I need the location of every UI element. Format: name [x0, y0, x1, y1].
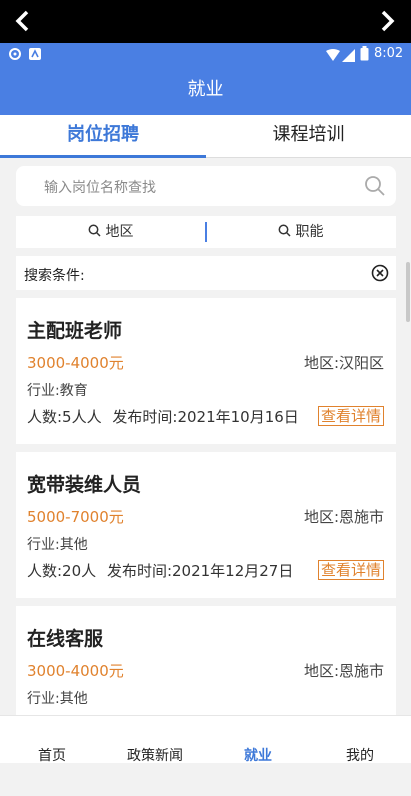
job-posted-date: 发布时间:2021年12月27日	[106, 562, 294, 580]
job-title: 宽带装维人员	[27, 474, 142, 496]
signal-icon	[342, 47, 355, 66]
job-headcount: 人数:5人人	[27, 408, 102, 426]
job-salary: 3000-4000元	[27, 662, 124, 680]
function-filter-label: 职能	[295, 224, 324, 240]
search-icon	[278, 224, 291, 237]
sync-icon	[8, 46, 22, 65]
view-details-button[interactable]: 查看详情	[317, 406, 384, 426]
job-card[interactable]: 宽带装维人员 5000-7000元 地区:恩施市 行业:其他 人数:20人 发布…	[16, 452, 396, 598]
function-filter[interactable]: 职能	[278, 216, 323, 248]
job-headcount: 人数:20人	[27, 562, 97, 580]
job-posted-date: 发布时间:2021年10月16日	[112, 408, 299, 426]
browser-nav-bar	[0, 0, 411, 43]
scrollbar[interactable]	[406, 262, 410, 322]
view-details-button[interactable]: 查看详情	[317, 560, 384, 580]
job-card[interactable]: 在线客服 3000-4000元 地区:恩施市 行业:其他	[16, 606, 396, 716]
job-industry: 行业:教育	[27, 383, 88, 399]
battery-icon	[360, 46, 369, 65]
nav-employment[interactable]: 就业	[228, 716, 288, 764]
search-conditions-label: 搜索条件:	[24, 268, 85, 284]
forward-arrow-icon[interactable]	[374, 8, 400, 34]
page-title: 就业	[187, 79, 224, 100]
wifi-icon	[326, 47, 340, 66]
job-region: 地区:恩施市	[303, 662, 384, 680]
job-industry: 行业:其他	[27, 691, 88, 707]
job-salary: 5000-7000元	[27, 508, 124, 526]
job-region: 地区:恩施市	[303, 508, 384, 526]
app-bar: 就业	[0, 65, 411, 115]
notification-icon	[28, 46, 42, 65]
tab-course-training[interactable]: 课程培训	[206, 115, 411, 158]
status-bar: 8:02	[0, 43, 411, 65]
nav-home[interactable]: 首页	[22, 716, 82, 764]
nav-policy-news[interactable]: 政策新闻	[115, 716, 195, 764]
clear-icon[interactable]	[371, 264, 389, 286]
filter-divider	[205, 222, 207, 242]
filter-bar: 地区 职能	[16, 216, 396, 248]
job-industry: 行业:其他	[27, 537, 88, 553]
status-time: 8:02	[374, 46, 404, 61]
search-conditions: 搜索条件:	[16, 256, 396, 290]
search-input[interactable]: 输入岗位名称查找	[16, 166, 396, 206]
job-card[interactable]: 主配班老师 3000-4000元 地区:汉阳区 行业:教育 人数:5人人 发布时…	[16, 298, 396, 444]
nav-mine[interactable]: 我的	[330, 716, 390, 764]
search-placeholder: 输入岗位名称查找	[44, 180, 156, 196]
job-region: 地区:汉阳区	[303, 354, 384, 372]
region-filter-label: 地区	[105, 224, 134, 240]
bottom-nav: 首页 政策新闻 就业 我的	[0, 715, 411, 764]
search-icon[interactable]	[364, 175, 386, 201]
job-title: 主配班老师	[27, 320, 123, 342]
job-salary: 3000-4000元	[27, 354, 124, 372]
region-filter[interactable]: 地区	[88, 216, 133, 248]
search-icon	[88, 224, 101, 237]
job-title: 在线客服	[27, 628, 104, 650]
back-arrow-icon[interactable]	[10, 8, 36, 34]
tab-bar: 岗位招聘 课程培训	[0, 115, 411, 158]
tab-job-recruitment[interactable]: 岗位招聘	[0, 115, 206, 158]
